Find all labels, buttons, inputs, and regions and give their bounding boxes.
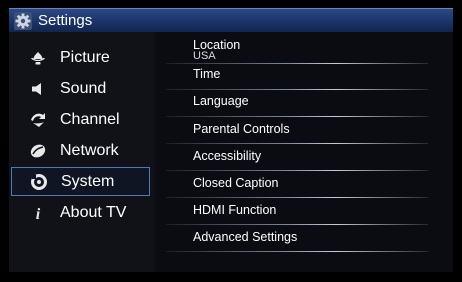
menu-item-hdmi-function[interactable]: HDMI Function [174, 203, 436, 230]
system-icon [29, 172, 49, 192]
menu-divider [166, 224, 428, 225]
network-icon [28, 141, 48, 161]
menu-item-closed-caption[interactable]: Closed Caption [174, 176, 436, 203]
sidebar-label-system: System [61, 172, 115, 190]
menu-divider [166, 170, 428, 171]
svg-text:i: i [36, 206, 41, 222]
menu-item-location[interactable]: Location USA [174, 36, 436, 66]
menu-label-accessibility: Accessibility [193, 149, 262, 163]
sidebar-item-network[interactable]: Network [9, 136, 155, 166]
menu-label-hdmi-function: HDMI Function [193, 203, 277, 217]
menu-label-time: Time [193, 67, 221, 81]
channel-icon [28, 110, 48, 130]
sidebar-item-about-tv[interactable]: i About TV [9, 198, 155, 228]
sidebar-label-network: Network [60, 142, 119, 159]
menu-divider [166, 89, 428, 90]
sidebar: Picture Sound Channel Network System i A… [9, 32, 155, 272]
sidebar-label-channel: Channel [60, 111, 120, 128]
menu-label-closed-caption: Closed Caption [193, 176, 279, 190]
settings-panel: Picture Sound Channel Network System i A… [9, 32, 453, 272]
sidebar-item-picture[interactable]: Picture [9, 43, 155, 73]
menu-label-parental-controls: Parental Controls [193, 122, 290, 136]
menu-value-location: USA [193, 50, 216, 62]
menu-divider [166, 251, 428, 252]
menu-label-language: Language [193, 94, 249, 108]
sidebar-label-about-tv: About TV [60, 204, 127, 221]
sidebar-item-system[interactable]: System [11, 167, 150, 196]
title-bar: Settings [9, 8, 453, 33]
info-icon: i [28, 203, 48, 223]
system-menu: Location USA Time Language Parental Cont… [156, 32, 453, 272]
settings-gear-icon [14, 12, 32, 30]
sound-icon [28, 79, 48, 99]
sidebar-label-sound: Sound [60, 80, 107, 97]
menu-label-advanced-settings: Advanced Settings [193, 230, 298, 244]
menu-divider [166, 197, 428, 198]
window-title: Settings [38, 12, 93, 29]
sidebar-item-sound[interactable]: Sound [9, 74, 155, 104]
menu-divider [166, 143, 428, 144]
menu-item-accessibility[interactable]: Accessibility [174, 149, 436, 176]
tv-screen: Settings Picture Sound Channel Network S… [0, 0, 462, 282]
menu-divider [166, 116, 428, 117]
menu-item-advanced-settings[interactable]: Advanced Settings [174, 230, 436, 257]
picture-icon [28, 48, 48, 68]
menu-divider [166, 63, 428, 64]
sidebar-item-channel[interactable]: Channel [9, 105, 155, 135]
sidebar-label-picture: Picture [60, 49, 110, 66]
